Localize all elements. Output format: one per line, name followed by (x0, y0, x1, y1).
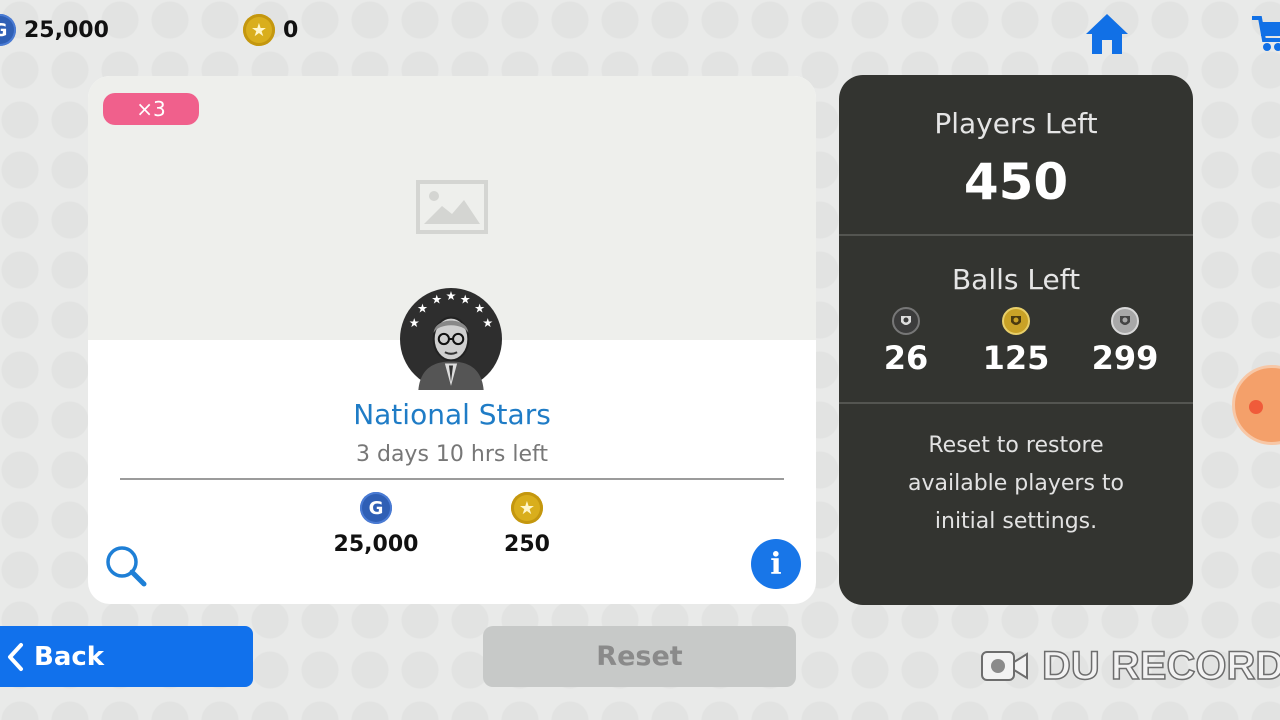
coin-balance: ★ 0 (243, 14, 298, 46)
pack-card: ×3 ★ ★ ★ ★ ★ ★ ★ National Stars 3 days 10 hr… (88, 76, 816, 604)
video-camera-icon (981, 651, 1028, 681)
silver-ball-count-value: 299 (1091, 339, 1159, 377)
gp-balance-value: 25,000 (24, 17, 109, 43)
panel-divider (839, 234, 1193, 236)
cart-icon[interactable] (1250, 10, 1280, 56)
svg-text:★: ★ (431, 292, 442, 306)
coin-price[interactable]: ★ 250 (477, 492, 577, 557)
players-left-label: Players Left (934, 107, 1098, 140)
multiplier-badge: ×3 (103, 93, 199, 125)
panel-divider (839, 402, 1193, 404)
gp-currency-icon: G (0, 14, 16, 46)
players-left-value: 450 (963, 153, 1069, 211)
manager-avatar: ★★★ ★ ★★ ★ (400, 288, 502, 390)
black-ball-count-value: 26 (883, 339, 929, 377)
svg-text:★: ★ (460, 292, 471, 306)
svg-text:★: ★ (482, 316, 493, 330)
recorder-watermark: DU RECORDE (980, 640, 1280, 692)
svg-text:★: ★ (409, 316, 420, 330)
gp-price-value: 25,000 (333, 532, 419, 557)
floating-record-bubble[interactable] (1232, 365, 1280, 445)
gold-ball-count-value: 125 (982, 339, 1050, 377)
black-ball-icon (892, 307, 920, 335)
coin-price-value: 250 (504, 532, 550, 557)
black-ball-count: 26 (856, 307, 956, 377)
pack-title: National Stars (353, 398, 551, 431)
back-button[interactable]: Back (0, 626, 253, 687)
gp-balance: G 25,000 (0, 14, 109, 46)
gp-currency-icon: G (360, 492, 392, 524)
image-placeholder-icon (416, 180, 488, 234)
svg-text:★: ★ (417, 301, 428, 315)
gold-ball-icon (1002, 307, 1030, 335)
search-icon[interactable] (104, 544, 148, 588)
back-button-label: Back (34, 641, 105, 672)
silver-ball-count: 299 (1075, 307, 1175, 377)
reset-button[interactable]: Reset (483, 626, 796, 687)
svg-text:★: ★ (474, 301, 485, 315)
info-button[interactable]: i (751, 539, 801, 589)
gold-ball-count: 125 (966, 307, 1066, 377)
svg-text:★: ★ (446, 289, 457, 303)
coin-balance-value: 0 (283, 17, 299, 43)
reset-note: Reset to restore available players to in… (908, 433, 1124, 534)
pack-time-left: 3 days 10 hrs left (356, 442, 548, 467)
gp-price[interactable]: G 25,000 (326, 492, 426, 557)
silver-ball-icon (1111, 307, 1139, 335)
balls-left-label: Balls Left (951, 263, 1081, 296)
chevron-left-icon (8, 642, 23, 671)
watermark-text: DU RECORDE (1041, 643, 1280, 689)
pack-status-panel: Players Left 450 Balls Left 26 125 299 R… (839, 75, 1193, 605)
star-coin-icon: ★ (243, 14, 275, 46)
home-icon[interactable] (1084, 12, 1130, 56)
record-dot-icon (1249, 400, 1263, 414)
star-coin-icon: ★ (511, 492, 543, 524)
card-divider (120, 478, 784, 480)
